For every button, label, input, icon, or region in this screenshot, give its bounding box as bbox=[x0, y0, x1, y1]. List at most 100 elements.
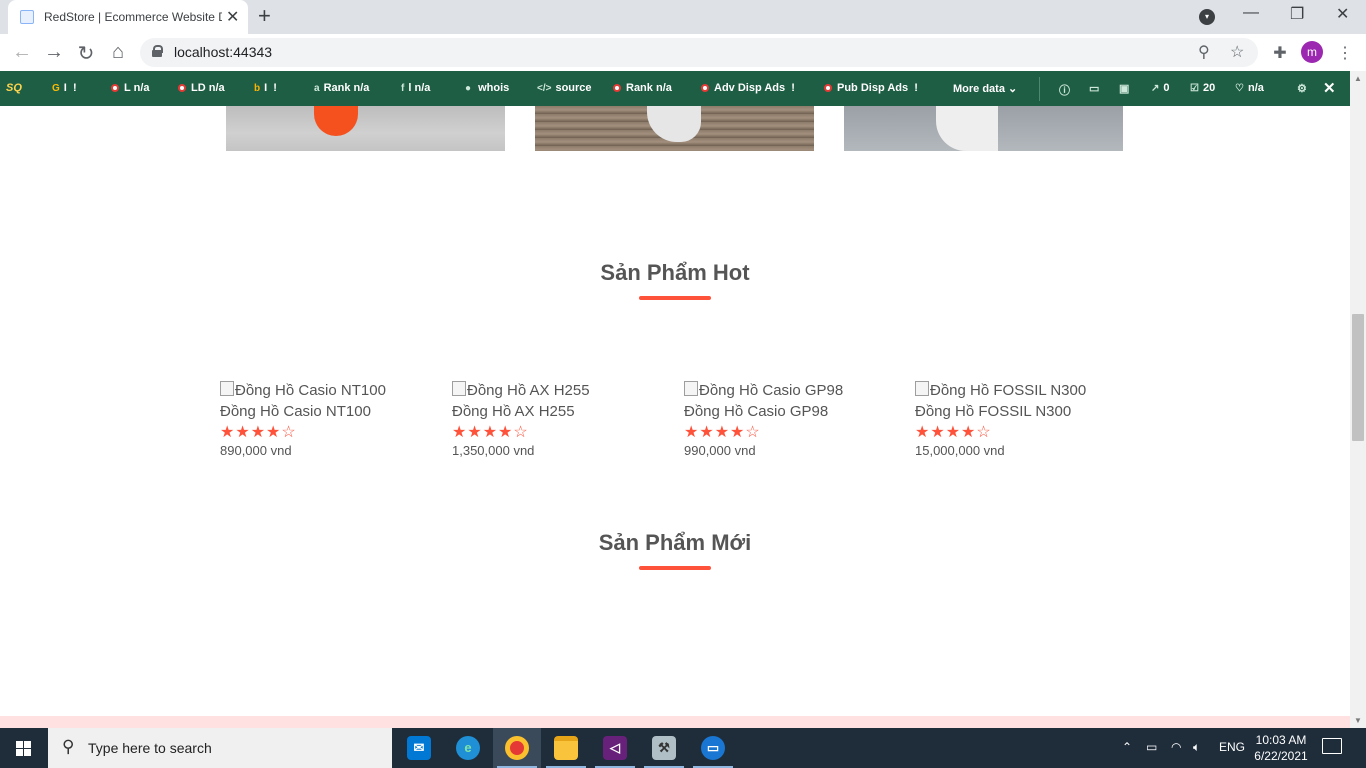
seo-external-links[interactable]: ↗ 0 bbox=[1151, 82, 1170, 94]
seo-whois[interactable]: ● whois bbox=[465, 82, 509, 94]
scroll-up-arrow-icon[interactable]: ▲ bbox=[1354, 74, 1362, 83]
seo-adv-disp-ads[interactable]: Adv Disp Ads ! bbox=[701, 82, 795, 94]
product-image-broken[interactable]: Đồng Hồ FOSSIL N300 bbox=[915, 381, 1125, 399]
show-hidden-icons-chevron-icon[interactable]: ⌃ bbox=[1122, 740, 1132, 754]
info-icon[interactable]: ⓘ bbox=[1059, 82, 1070, 98]
seo-alexa-rank[interactable]: a Rank n/a bbox=[314, 82, 369, 94]
restore-icon[interactable]: ❐ bbox=[1290, 4, 1304, 24]
clock-date: 6/22/2021 bbox=[1254, 749, 1308, 763]
featured-category-image[interactable] bbox=[535, 106, 814, 151]
chrome-browser-icon[interactable] bbox=[493, 728, 541, 768]
extensions-puzzle-icon[interactable]: ✚ bbox=[1268, 43, 1292, 63]
dot-icon bbox=[178, 84, 186, 92]
wifi-icon[interactable]: ◠ bbox=[1171, 740, 1181, 754]
new-tab-icon[interactable]: + bbox=[258, 3, 271, 29]
dot-icon bbox=[701, 84, 709, 92]
title-underline bbox=[639, 566, 711, 570]
browser-menu-icon[interactable]: ⋮ bbox=[1333, 43, 1357, 63]
star-rating-icon: ★★★★☆ bbox=[220, 424, 297, 441]
product-image-broken[interactable]: Đồng Hồ Casio GP98 bbox=[684, 381, 894, 399]
mail-app-icon[interactable]: ✉ bbox=[395, 728, 443, 768]
new-products-title: Sản Phẩm Mới bbox=[598, 530, 752, 555]
bing-icon: b bbox=[254, 83, 261, 94]
close-window-icon[interactable]: ✕ bbox=[1336, 4, 1349, 24]
product-price: 990,000 vnd bbox=[684, 443, 756, 458]
seo-facebook-likes[interactable]: fl n/a bbox=[401, 82, 430, 94]
reload-icon[interactable]: ↻ bbox=[74, 41, 98, 66]
seoquake-toolbar: SQ GI ! L n/a LD n/a bI ! a Rank n/a fl n… bbox=[0, 71, 1350, 106]
density-icon[interactable]: ▭ bbox=[1089, 82, 1099, 95]
product-image-broken[interactable]: Đồng Hồ Casio NT100 bbox=[220, 381, 430, 399]
file-explorer-icon[interactable] bbox=[542, 728, 590, 768]
seo-source[interactable]: </> source bbox=[537, 82, 592, 94]
home-icon[interactable]: ⌂ bbox=[106, 41, 130, 64]
scroll-down-arrow-icon[interactable]: ▼ bbox=[1354, 716, 1362, 725]
product-card[interactable]: Đồng Hồ Casio GP98 Đồng Hồ Casio GP98 ★★… bbox=[684, 381, 894, 458]
seo-semrush-rank[interactable]: Rank n/a bbox=[613, 82, 672, 94]
dot-icon bbox=[111, 84, 119, 92]
seo-trust-rank[interactable]: ♡ n/a bbox=[1235, 82, 1264, 94]
sql-tools-icon[interactable]: ⚒ bbox=[640, 728, 688, 768]
address-bar[interactable]: localhost:44343 ⚲ ☆ bbox=[140, 38, 1258, 67]
browser-tab[interactable]: RedStore | Ecommerce Website D ✕ bbox=[8, 0, 248, 34]
seo-linking-domains[interactable]: LD n/a bbox=[178, 82, 225, 94]
more-data-dropdown[interactable]: More data ⌄ bbox=[953, 82, 1017, 95]
google-icon: G bbox=[52, 83, 60, 94]
page-favicon-icon bbox=[20, 10, 34, 24]
product-name[interactable]: Đồng Hồ AX H255 bbox=[452, 403, 662, 420]
minimize-icon[interactable]: — bbox=[1243, 4, 1259, 22]
scroll-thumb[interactable] bbox=[1352, 314, 1364, 441]
lock-icon[interactable] bbox=[152, 45, 163, 57]
windows-start-icon[interactable] bbox=[0, 728, 48, 768]
star-rating-icon: ★★★★☆ bbox=[452, 424, 529, 441]
product-price: 890,000 vnd bbox=[220, 443, 292, 458]
bookmark-star-icon[interactable]: ☆ bbox=[1230, 42, 1244, 62]
product-name[interactable]: Đồng Hồ Casio NT100 bbox=[220, 403, 430, 420]
profile-avatar[interactable]: m bbox=[1301, 41, 1323, 63]
product-name[interactable]: Đồng Hồ Casio GP98 bbox=[684, 403, 894, 420]
taskbar-search-box[interactable]: ⚲ Type here to search bbox=[48, 728, 392, 768]
zoom-icon[interactable]: ⚲ bbox=[1198, 42, 1210, 62]
seo-bing-index[interactable]: bI ! bbox=[254, 82, 277, 94]
url-text[interactable]: localhost:44343 bbox=[174, 44, 272, 60]
dot-icon bbox=[613, 84, 621, 92]
product-image-broken[interactable]: Đồng Hồ AX H255 bbox=[452, 381, 662, 399]
notification-center-icon[interactable] bbox=[1322, 738, 1342, 754]
taskbar-clock[interactable]: 10:03 AM 6/22/2021 bbox=[1250, 732, 1312, 764]
settings-gear-icon[interactable]: ⚙ bbox=[1297, 82, 1307, 95]
seo-internal-links[interactable]: ☑ 20 bbox=[1190, 82, 1215, 94]
title-underline bbox=[639, 296, 711, 300]
external-link-icon: ↗ bbox=[1151, 83, 1160, 94]
star-rating-icon: ★★★★☆ bbox=[915, 424, 992, 441]
diagnosis-icon[interactable]: ▣ bbox=[1119, 82, 1129, 95]
volume-icon[interactable]: 🔈︎ bbox=[1193, 740, 1200, 755]
visual-studio-icon[interactable]: ◁ bbox=[591, 728, 639, 768]
seo-divider bbox=[1039, 77, 1040, 101]
person-icon: ● bbox=[465, 83, 472, 94]
product-price: 15,000,000 vnd bbox=[915, 443, 1005, 458]
product-card[interactable]: Đồng Hồ Casio NT100 Đồng Hồ Casio NT100 … bbox=[220, 381, 430, 458]
product-price: 1,350,000 vnd bbox=[452, 443, 535, 458]
remote-desktop-icon[interactable]: ▭ bbox=[689, 728, 737, 768]
alexa-icon: a bbox=[314, 83, 320, 94]
star-rating-icon: ★★★★☆ bbox=[684, 424, 761, 441]
product-card[interactable]: Đồng Hồ FOSSIL N300 Đồng Hồ FOSSIL N300 … bbox=[915, 381, 1125, 458]
page-scrollbar[interactable]: ▲ ▼ bbox=[1350, 71, 1366, 728]
product-card[interactable]: Đồng Hồ AX H255 Đồng Hồ AX H255 ★★★★☆ 1,… bbox=[452, 381, 662, 458]
tab-title: RedStore | Ecommerce Website D bbox=[44, 10, 222, 24]
battery-icon[interactable]: ▭ bbox=[1146, 740, 1157, 754]
seo-google-index[interactable]: GI ! bbox=[52, 82, 77, 94]
seo-pub-disp-ads[interactable]: Pub Disp Ads ! bbox=[824, 82, 918, 94]
seo-links[interactable]: L n/a bbox=[111, 82, 150, 94]
close-tab-icon[interactable]: ✕ bbox=[226, 7, 239, 27]
product-name[interactable]: Đồng Hồ FOSSIL N300 bbox=[915, 403, 1125, 420]
close-seobar-icon[interactable]: ✕ bbox=[1323, 79, 1336, 97]
featured-category-image[interactable] bbox=[844, 106, 1123, 151]
forward-arrow-icon[interactable]: → bbox=[42, 41, 66, 64]
seoquake-logo[interactable]: SQ bbox=[6, 82, 22, 94]
featured-category-image[interactable] bbox=[226, 106, 505, 151]
back-arrow-icon[interactable]: ← bbox=[10, 41, 34, 64]
tab-search-icon[interactable]: ▾ bbox=[1199, 9, 1215, 25]
edge-browser-icon[interactable]: e bbox=[444, 728, 492, 768]
language-indicator[interactable]: ENG bbox=[1219, 740, 1245, 754]
